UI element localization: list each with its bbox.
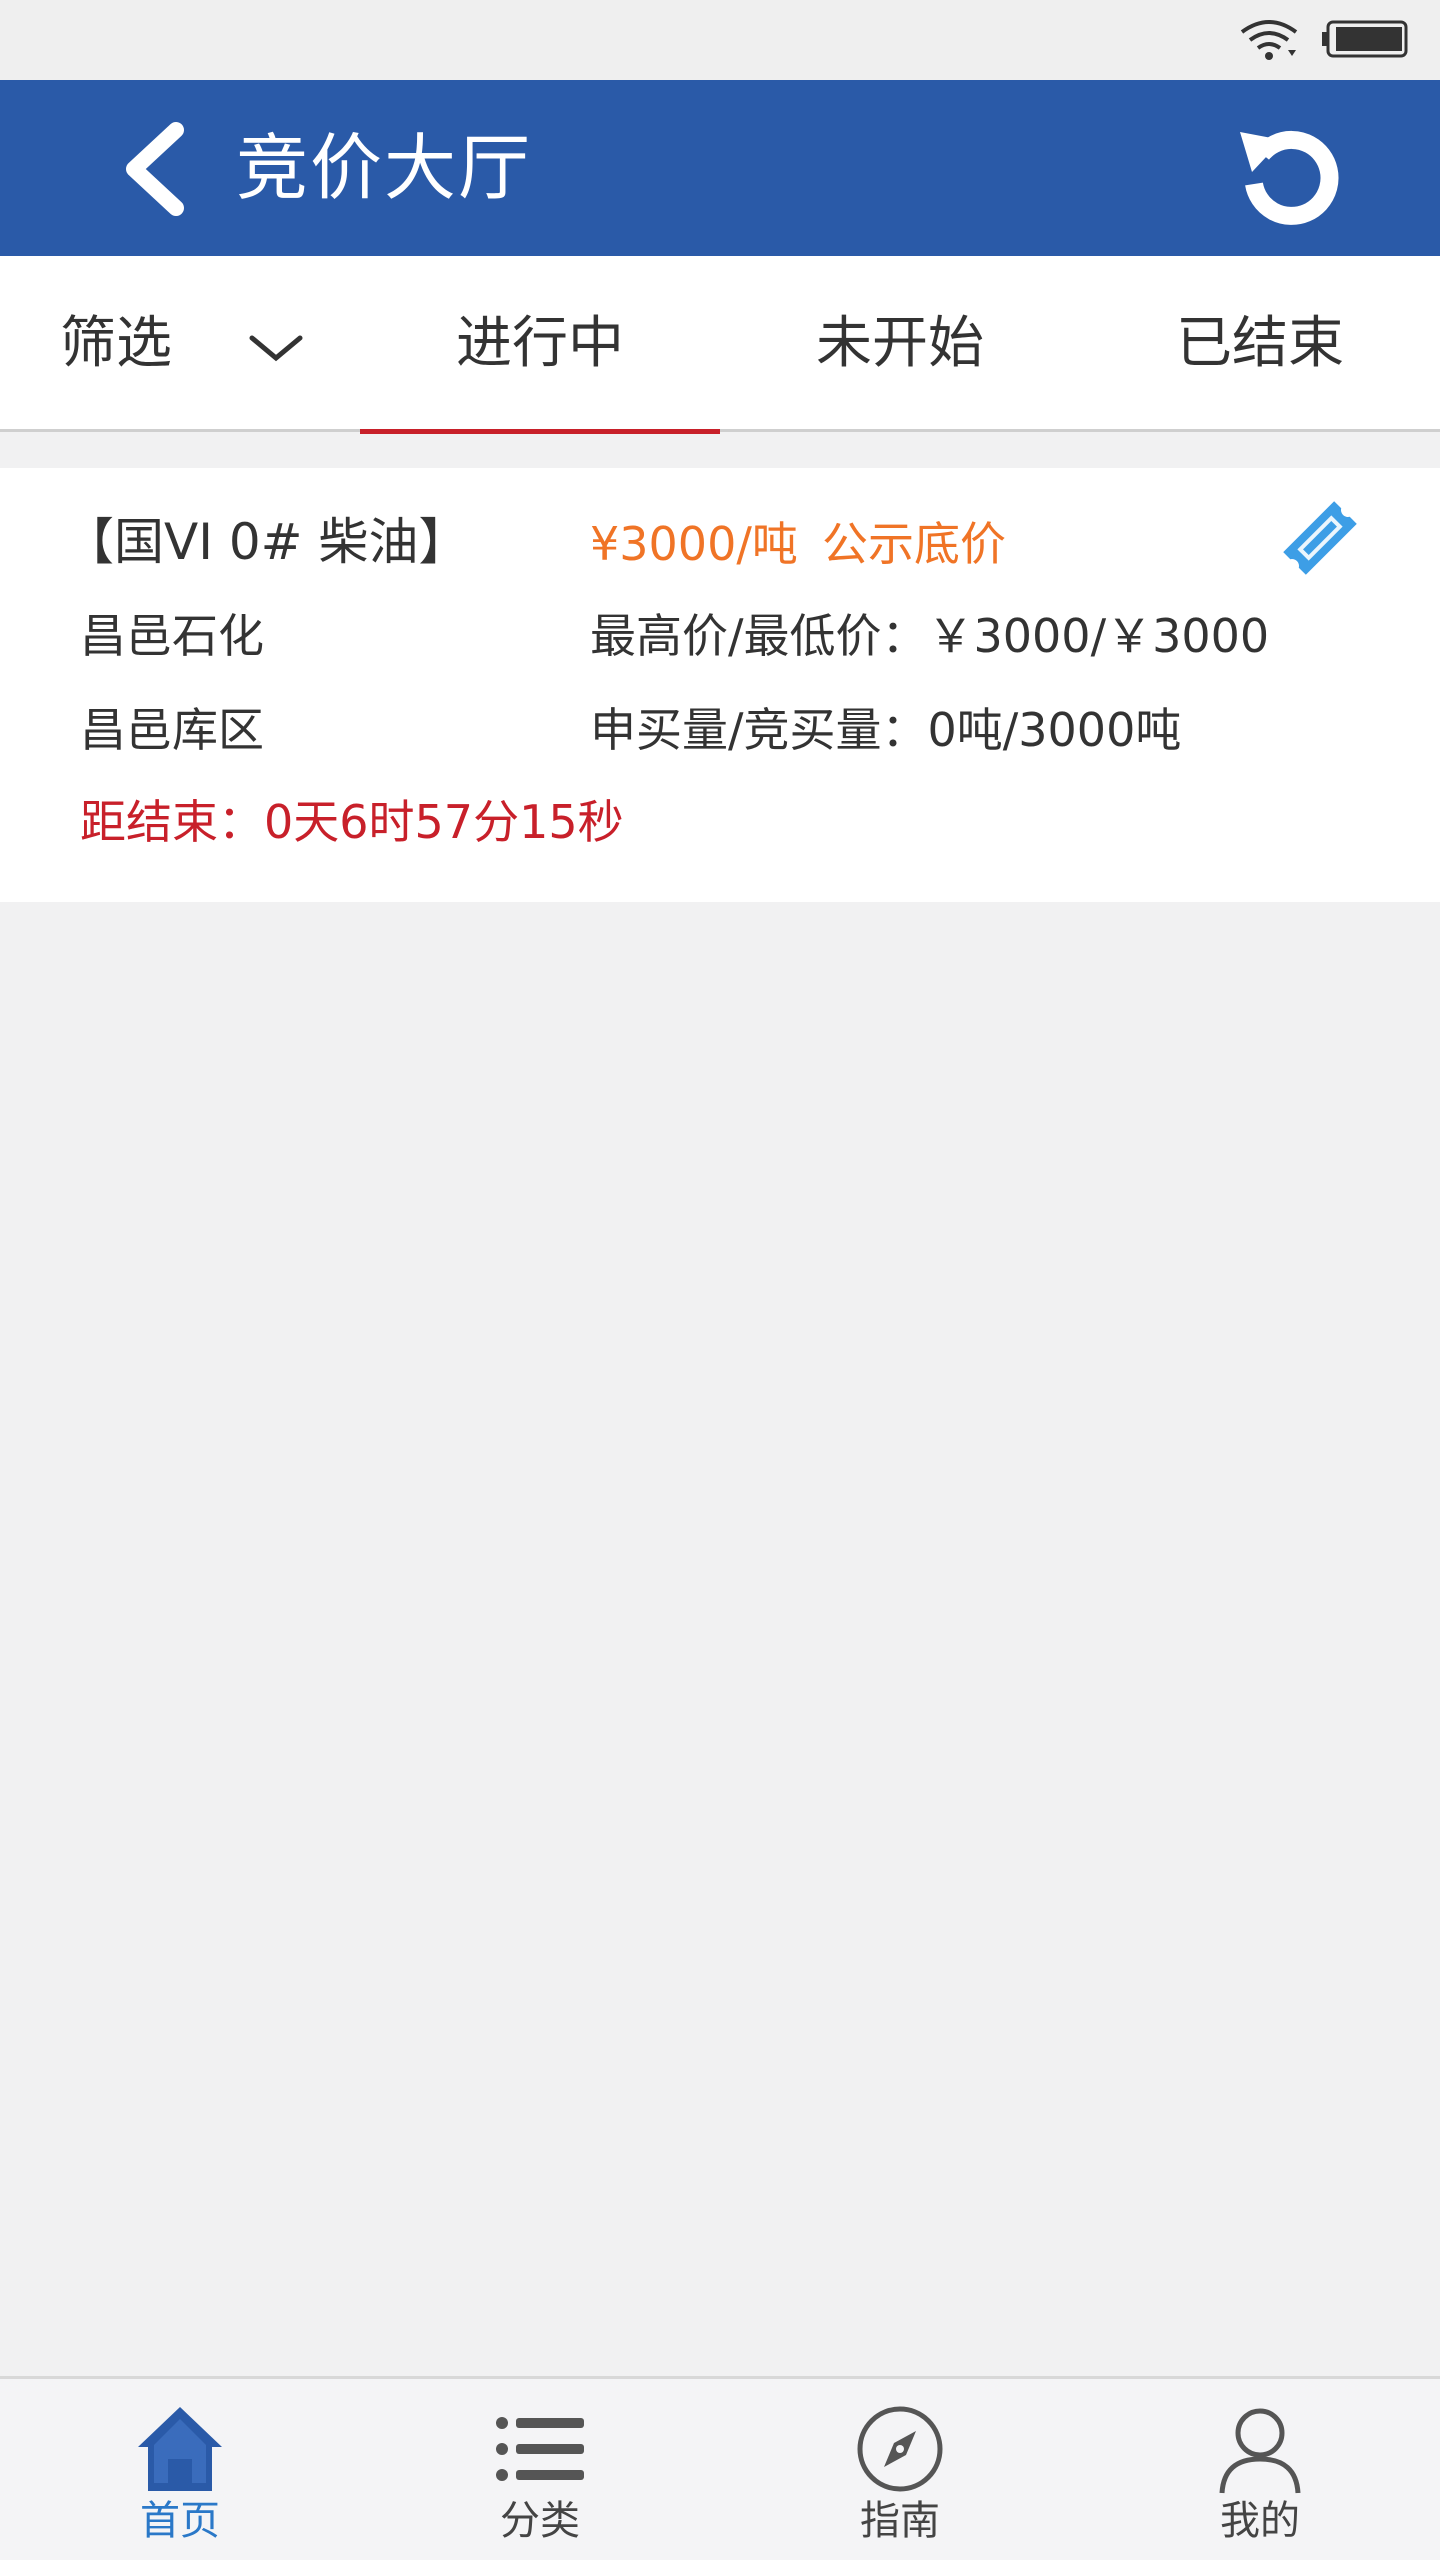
user-icon	[1219, 2408, 1301, 2494]
volume-info: 申买量/竞买量：0吨/3000吨	[590, 703, 1182, 757]
price: ¥3000/吨	[590, 517, 798, 571]
home-icon	[138, 2407, 222, 2491]
tab-in-progress[interactable]: 进行中	[360, 256, 720, 434]
compass-icon	[857, 2406, 943, 2492]
bottom-nav: 首页 分类 指南 我的	[0, 2376, 1440, 2560]
status-bar	[0, 0, 1440, 80]
screen: 竞价大厅 筛选 进行中 未开始 已结束 【国VI 0# 柴油】 ¥3000/吨 …	[0, 0, 1440, 2560]
nav-mine[interactable]: 我的	[1080, 2379, 1440, 2560]
nav-category-label: 分类	[500, 2498, 580, 2544]
depot-name: 昌邑库区	[80, 703, 264, 757]
tab-ended[interactable]: 已结束	[1080, 256, 1440, 432]
chevron-left-icon[interactable]	[100, 114, 210, 224]
battery-icon	[1322, 20, 1408, 58]
wifi-icon	[1240, 20, 1298, 60]
filter-label: 筛选	[60, 311, 172, 376]
nav-category[interactable]: 分类	[360, 2379, 720, 2560]
nav-home[interactable]: 首页	[0, 2379, 360, 2560]
tab-not-started[interactable]: 未开始	[720, 256, 1080, 432]
nav-home-label: 首页	[140, 2498, 220, 2544]
product-name: 【国VI 0# 柴油】	[64, 513, 469, 571]
ticket-icon[interactable]	[1270, 488, 1370, 588]
tab-bar: 筛选 进行中 未开始 已结束	[0, 256, 1440, 434]
nav-mine-label: 我的	[1220, 2498, 1300, 2544]
nav-guide[interactable]: 指南	[720, 2379, 1080, 2560]
chevron-down-icon	[249, 335, 303, 362]
countdown-timer: 距结束：0天6时57分15秒	[80, 795, 624, 849]
nav-guide-label: 指南	[860, 2498, 940, 2544]
page-title: 竞价大厅	[236, 126, 533, 210]
filter-dropdown[interactable]: 筛选	[0, 256, 360, 432]
app-header: 竞价大厅	[0, 80, 1440, 256]
price-tag: 公示底价	[822, 517, 1006, 571]
refresh-icon[interactable]	[1230, 110, 1350, 230]
company-name: 昌邑石化	[80, 609, 264, 663]
auction-card[interactable]: 【国VI 0# 柴油】 ¥3000/吨 公示底价 昌邑石化 最高价/最低价：￥3…	[0, 468, 1440, 902]
price-range: 最高价/最低价：￥3000/￥3000	[590, 609, 1270, 663]
list-icon	[496, 2417, 584, 2481]
